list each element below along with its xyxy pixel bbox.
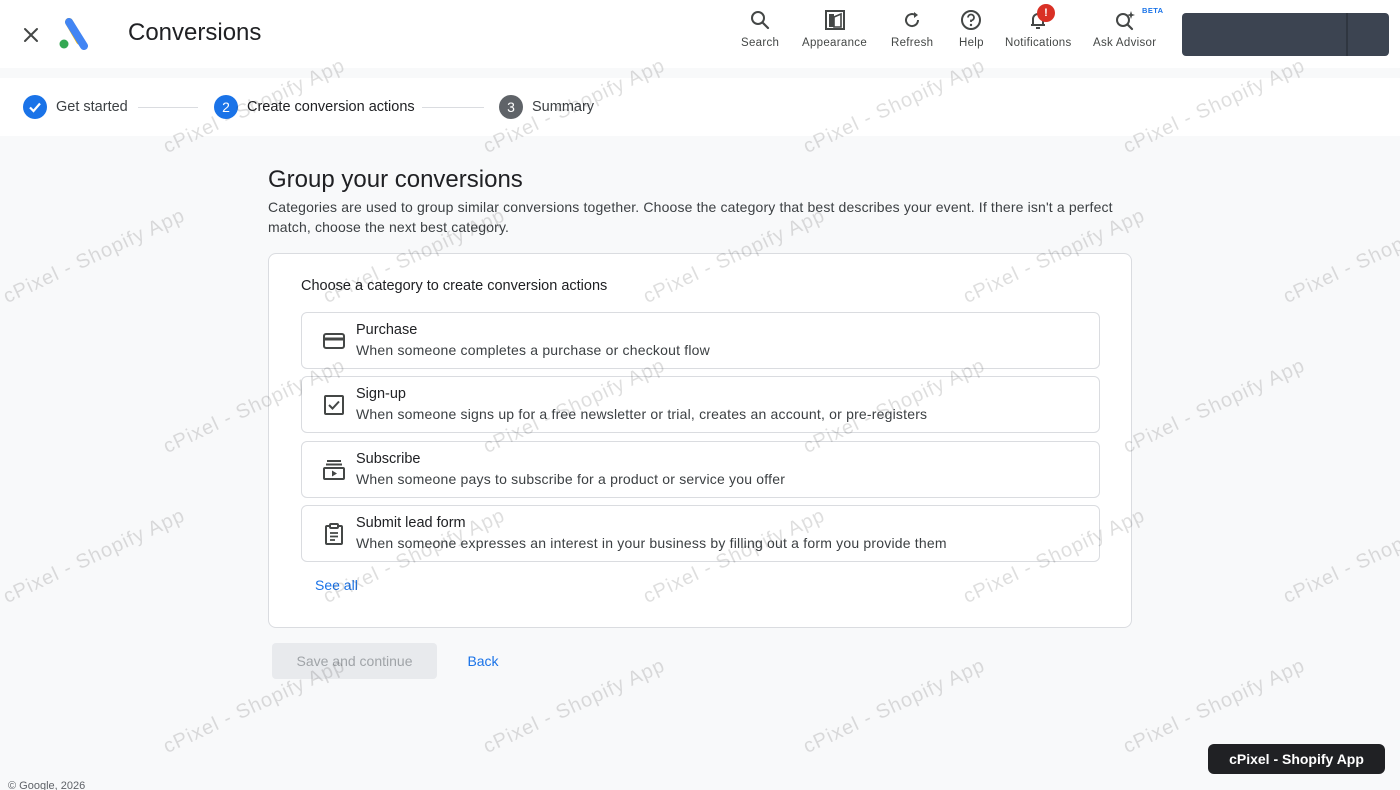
step-get-started[interactable]: Get started: [23, 95, 128, 119]
progress-stepper: Get started 2 Create conversion actions …: [0, 78, 1400, 136]
subscriptions-icon: [322, 458, 346, 482]
top-bar: Conversions Search Appearance Refresh He…: [0, 0, 1400, 68]
step-connector: [138, 107, 198, 108]
refresh-icon: [900, 8, 924, 32]
appearance-button[interactable]: Appearance: [802, 8, 867, 56]
help-icon: [959, 8, 983, 32]
save-and-continue-button[interactable]: Save and continue: [272, 643, 437, 679]
see-all-link[interactable]: See all: [315, 577, 358, 593]
ask-advisor-label: Ask Advisor: [1093, 37, 1157, 49]
notification-badge: !: [1037, 4, 1055, 22]
checkbox-icon: [322, 393, 346, 417]
card-title: Choose a category to create conversion a…: [301, 278, 608, 294]
watermark-text: cPixel - Shopify App: [1120, 354, 1309, 458]
watermark-text: cPixel - Shopify App: [0, 504, 189, 608]
close-icon[interactable]: [17, 21, 45, 49]
google-ads-logo: [57, 18, 91, 50]
help-button[interactable]: Help: [959, 8, 984, 56]
step-summary[interactable]: 3 Summary: [499, 95, 594, 119]
copyright-footer: © Google, 2026: [8, 780, 86, 790]
search-button[interactable]: Search: [741, 8, 779, 56]
account-divider: [1346, 13, 1348, 56]
step-number: 2: [214, 95, 238, 119]
watermark-badge: cPixel - Shopify App: [1208, 744, 1385, 774]
option-title: Submit lead form: [356, 515, 466, 531]
option-description: When someone expresses an interest in yo…: [356, 535, 947, 551]
category-option-sign-up[interactable]: Sign-up When someone signs up for a free…: [301, 376, 1100, 433]
watermark-text: cPixel - Shopify App: [480, 654, 669, 758]
beta-tag: BETA: [1142, 6, 1164, 15]
option-description: When someone signs up for a free newslet…: [356, 406, 928, 422]
search-label: Search: [741, 37, 780, 49]
option-title: Purchase: [356, 322, 418, 338]
watermark-text: cPixel - Shopify App: [0, 204, 189, 308]
search-icon: [748, 8, 772, 32]
option-title: Sign-up: [356, 386, 406, 402]
page-title: Conversions: [128, 19, 262, 46]
back-button[interactable]: Back: [458, 643, 508, 679]
appearance-label: Appearance: [802, 37, 868, 49]
check-icon: [23, 95, 47, 119]
category-option-subscribe[interactable]: Subscribe When someone pays to subscribe…: [301, 441, 1100, 498]
account-switcher[interactable]: [1182, 13, 1389, 56]
option-title: Subscribe: [356, 451, 421, 467]
section-heading: Group your conversions: [268, 166, 523, 193]
advisor-sparkle-icon: [1113, 8, 1137, 32]
section-description: Categories are used to group similar con…: [268, 199, 1113, 235]
step-label: Get started: [56, 99, 128, 115]
credit-card-icon: [322, 329, 346, 353]
step-label: Summary: [532, 99, 595, 115]
clipboard-icon: [322, 522, 346, 546]
category-option-submit-lead-form[interactable]: Submit lead form When someone expresses …: [301, 505, 1100, 562]
step-label: Create conversion actions: [247, 99, 415, 115]
option-description: When someone completes a purchase or che…: [356, 342, 710, 358]
ask-advisor-button[interactable]: BETA Ask Advisor: [1093, 6, 1163, 56]
category-card: Choose a category to create conversion a…: [268, 253, 1132, 628]
step-number: 3: [499, 95, 523, 119]
step-connector: [422, 107, 484, 108]
help-label: Help: [959, 37, 984, 49]
watermark-text: cPixel - Shopify App: [800, 654, 989, 758]
step-create-conversion-actions[interactable]: 2 Create conversion actions: [214, 95, 415, 119]
watermark-text: cPixel - Shopify App: [1280, 504, 1400, 608]
option-description: When someone pays to subscribe for a pro…: [356, 471, 786, 487]
refresh-button[interactable]: Refresh: [891, 8, 933, 56]
watermark-text: cPixel - Shopify App: [1280, 204, 1400, 308]
notifications-button[interactable]: ! Notifications: [1005, 4, 1072, 56]
notifications-label: Notifications: [1005, 37, 1072, 49]
category-option-purchase[interactable]: Purchase When someone completes a purcha…: [301, 312, 1100, 369]
appearance-icon: [823, 8, 847, 32]
refresh-label: Refresh: [891, 37, 934, 49]
